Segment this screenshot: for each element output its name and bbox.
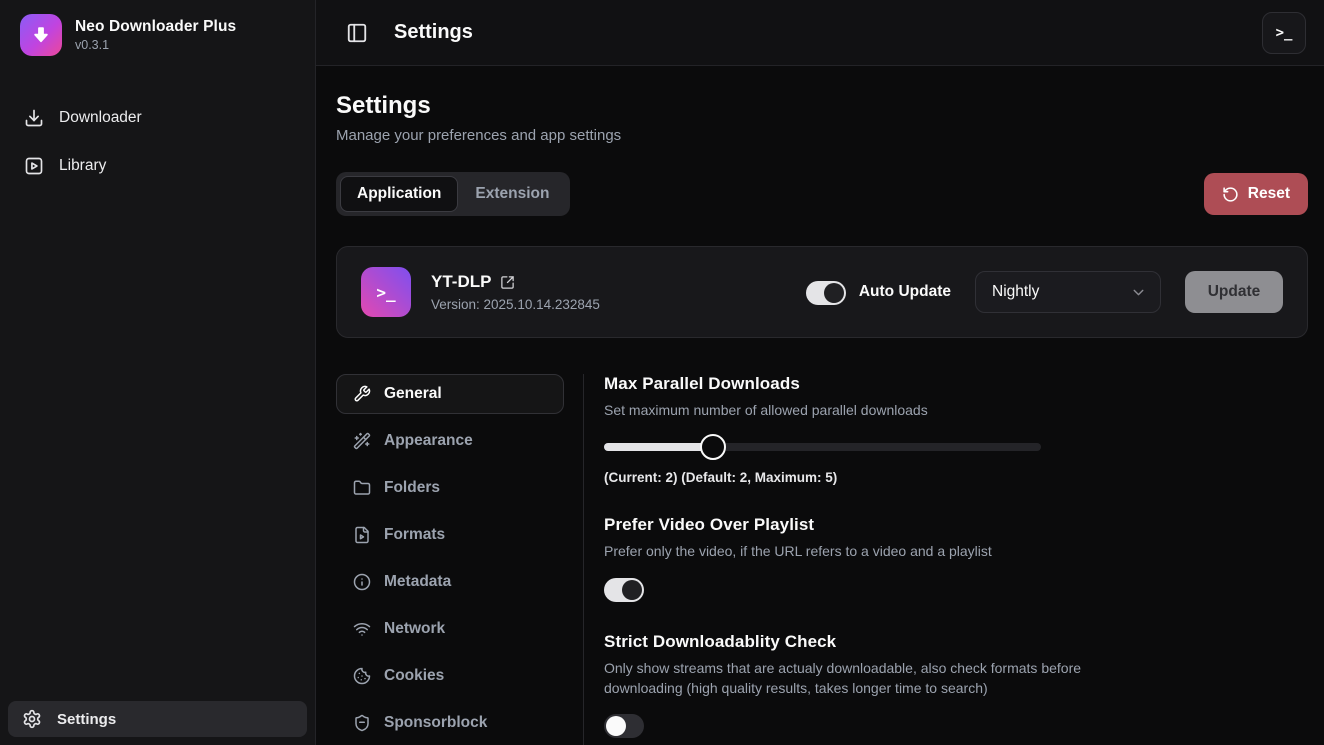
section-strict-check: Strict Downloadablity Check Only show st… — [604, 632, 1308, 739]
ytdlp-version: Version: 2025.10.14.232845 — [431, 297, 600, 312]
app-title-block: Neo Downloader Plus v0.3.1 — [75, 18, 236, 52]
app-version: v0.3.1 — [75, 38, 236, 52]
wrench-icon — [353, 385, 371, 403]
auto-update-label: Auto Update — [859, 283, 951, 301]
square-play-icon — [24, 156, 44, 176]
settings-nav-label: Formats — [384, 526, 445, 544]
shield-minus-icon — [353, 714, 371, 732]
settings-nav-item-folders[interactable]: Folders — [336, 468, 564, 508]
sidebar-item-downloader[interactable]: Downloader — [0, 98, 315, 138]
section-max-parallel-downloads: Max Parallel Downloads Set maximum numbe… — [604, 374, 1308, 485]
ytdlp-controls: Auto Update Nightly Update — [806, 271, 1283, 313]
sidebar-item-label: Downloader — [59, 109, 142, 127]
channel-select[interactable]: Nightly — [975, 271, 1161, 313]
wifi-icon — [353, 620, 371, 638]
channel-select-value: Nightly — [992, 283, 1039, 301]
page-title: Settings — [336, 92, 1308, 120]
settings-nav-label: Appearance — [384, 432, 473, 450]
sidebar-item-library[interactable]: Library — [0, 146, 315, 186]
ytdlp-card: >_ YT-DLP Version: 2025.10.14.232845 Aut… — [336, 246, 1308, 338]
ytdlp-title: YT-DLP — [431, 272, 491, 292]
settings-content: Max Parallel Downloads Set maximum numbe… — [583, 374, 1308, 745]
section-title: Prefer Video Over Playlist — [604, 515, 1308, 535]
sidebar-item-label: Library — [59, 157, 106, 175]
settings-nav-item-formats[interactable]: Formats — [336, 515, 564, 555]
sidebar-bottom: Settings — [0, 693, 315, 745]
tab-label: Application — [357, 185, 441, 202]
settings-nav-item-cookies[interactable]: Cookies — [336, 656, 564, 696]
terminal-icon: >_ — [376, 283, 395, 302]
section-prefer-video: Prefer Video Over Playlist Prefer only t… — [604, 515, 1308, 601]
settings-sub-nav: General Appearance — [336, 374, 564, 745]
terminal-icon: >_ — [1276, 25, 1293, 41]
tab-application[interactable]: Application — [340, 176, 458, 212]
prefer-video-toggle[interactable] — [604, 578, 644, 602]
auto-update-toggle[interactable] — [806, 281, 846, 305]
panel-left-icon[interactable] — [346, 22, 368, 44]
settings-nav-label: Cookies — [384, 667, 444, 685]
update-button[interactable]: Update — [1185, 271, 1283, 313]
file-play-icon — [353, 526, 371, 544]
sidebar: Neo Downloader Plus v0.3.1 Downloader Li… — [0, 0, 316, 745]
ytdlp-info: YT-DLP Version: 2025.10.14.232845 — [431, 272, 600, 312]
reset-button[interactable]: Reset — [1204, 173, 1308, 215]
gear-icon — [22, 709, 42, 729]
settings-nav-item-network[interactable]: Network — [336, 609, 564, 649]
app-name: Neo Downloader Plus — [75, 18, 236, 36]
info-icon — [353, 573, 371, 591]
auto-update-control: Auto Update — [806, 279, 951, 305]
update-label: Update — [1208, 283, 1261, 301]
download-icon — [24, 108, 44, 128]
settings-nav-item-general[interactable]: General — [336, 374, 564, 414]
reset-label: Reset — [1248, 185, 1290, 203]
sidebar-nav: Downloader Library — [0, 98, 315, 186]
settings-nav-label: General — [384, 385, 442, 403]
settings-nav-item-appearance[interactable]: Appearance — [336, 421, 564, 461]
slider-track — [604, 443, 1041, 451]
folder-icon — [353, 479, 371, 497]
slider-knob[interactable] — [700, 434, 726, 460]
tab-label: Extension — [475, 185, 549, 202]
app-logo — [20, 14, 62, 56]
settings-nav-label: Sponsorblock — [384, 714, 487, 732]
strict-check-toggle[interactable] — [604, 714, 644, 738]
tab-group: Application Extension — [336, 172, 570, 216]
section-description: Prefer only the video, if the URL refers… — [604, 541, 1308, 561]
settings-body: General Appearance — [336, 374, 1308, 745]
settings-nav-item-metadata[interactable]: Metadata — [336, 562, 564, 602]
tab-extension[interactable]: Extension — [458, 176, 566, 212]
slider-status: (Current: 2) (Default: 2, Maximum: 5) — [604, 470, 1308, 485]
download-arrow-icon — [29, 23, 53, 47]
page-subtitle: Manage your preferences and app settings — [336, 127, 1308, 144]
settings-nav-label: Metadata — [384, 573, 451, 591]
sidebar-item-label: Settings — [57, 711, 116, 728]
cookie-icon — [353, 667, 371, 685]
max-parallel-slider[interactable] — [604, 434, 1041, 460]
settings-nav-label: Network — [384, 620, 445, 638]
section-title: Max Parallel Downloads — [604, 374, 1308, 394]
section-description: Set maximum number of allowed parallel d… — [604, 400, 1308, 420]
toggle-knob — [622, 580, 642, 600]
main-area: Settings >_ Settings Manage your prefere… — [316, 0, 1324, 745]
toggle-knob — [824, 283, 844, 303]
topbar-title: Settings — [394, 21, 473, 44]
app-header: Neo Downloader Plus v0.3.1 — [0, 0, 315, 68]
toolbar: Application Extension Reset — [336, 172, 1308, 216]
rotate-ccw-icon — [1222, 186, 1239, 203]
terminal-button[interactable]: >_ — [1262, 12, 1306, 54]
settings-page: Settings Manage your preferences and app… — [316, 66, 1324, 745]
topbar: Settings >_ — [316, 0, 1324, 66]
sidebar-item-settings[interactable]: Settings — [8, 701, 307, 737]
section-description: Only show streams that are actualy downl… — [604, 658, 1124, 699]
wand-sparkles-icon — [353, 432, 371, 450]
slider-fill — [604, 443, 713, 451]
settings-nav-item-sponsorblock[interactable]: Sponsorblock — [336, 703, 564, 743]
toggle-knob — [606, 716, 626, 736]
ytdlp-terminal-icon: >_ — [361, 267, 411, 317]
settings-nav-label: Folders — [384, 479, 440, 497]
section-title: Strict Downloadablity Check — [604, 632, 1308, 652]
chevron-down-icon — [1130, 284, 1147, 301]
external-link-icon[interactable] — [500, 275, 515, 290]
